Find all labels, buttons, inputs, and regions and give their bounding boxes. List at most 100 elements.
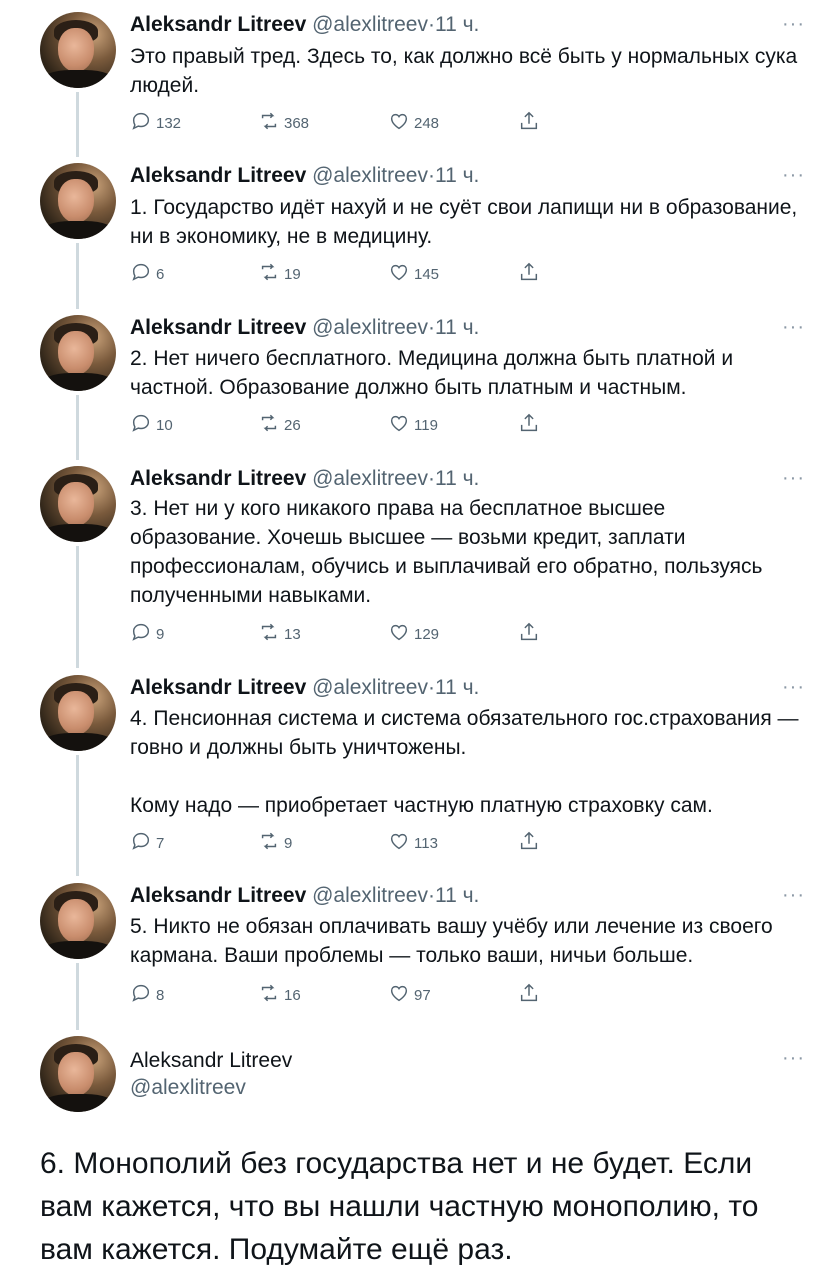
more-icon[interactable]: ··· [782, 885, 805, 905]
avatar[interactable] [40, 163, 116, 239]
reply-count: 132 [156, 114, 182, 132]
more-icon[interactable]: ··· [782, 14, 805, 34]
timestamp[interactable]: 11 ч. [435, 884, 479, 907]
like-button[interactable]: 119 [388, 412, 438, 438]
timestamp[interactable]: 11 ч. [435, 467, 479, 490]
avatar[interactable] [40, 675, 116, 751]
like-count: 97 [414, 986, 431, 1004]
like-button[interactable]: 113 [388, 830, 438, 856]
tweet-header: Aleksandr Litreev @alexlitreev·11 ч. [130, 163, 479, 189]
tweet-text-large: 6. Монополий без государства нет и не бу… [40, 1147, 759, 1266]
author-name[interactable]: Aleksandr Litreev [130, 316, 306, 339]
timestamp[interactable]: 11 ч. [435, 316, 479, 339]
author-name[interactable]: Aleksandr Litreev [130, 13, 306, 36]
timestamp[interactable]: 11 ч. [435, 676, 479, 699]
like-count: 145 [414, 265, 440, 283]
more-icon[interactable]: ··· [782, 468, 805, 488]
tweet-header: Aleksandr Litreev @alexlitreev·11 ч. [130, 466, 479, 492]
tweet-text: 5. Никто не обязан оплачивать вашу учёбу… [130, 912, 800, 970]
reply-button[interactable]: 132 [130, 110, 181, 136]
separator: · [427, 164, 435, 187]
separator: · [427, 676, 435, 699]
like-count: 129 [414, 625, 440, 643]
like-icon [388, 621, 410, 647]
like-icon [388, 261, 410, 287]
retweet-button[interactable]: 16 [258, 982, 301, 1008]
tweet-header: Aleksandr Litreev @alexlitreev·11 ч. [130, 883, 479, 909]
timestamp[interactable]: 11 ч. [435, 164, 479, 187]
author-name[interactable]: Aleksandr Litreev [130, 676, 306, 699]
share-button[interactable] [518, 982, 540, 1008]
more-icon[interactable]: ··· [782, 677, 805, 697]
author-handle[interactable]: @alexlitreev [312, 884, 428, 907]
thread-line [76, 755, 79, 876]
separator: · [427, 467, 435, 490]
author-handle[interactable]: @alexlitreev [312, 13, 428, 36]
retweet-button[interactable]: 9 [258, 830, 292, 856]
more-icon[interactable]: ··· [782, 317, 805, 337]
like-button[interactable]: 129 [388, 621, 439, 647]
tweet-paragraph: Кому надо — приобретает частную платную … [130, 794, 713, 817]
author-name[interactable]: Aleksandr Litreev [130, 467, 306, 490]
reply-button[interactable]: 9 [130, 621, 164, 647]
avatar[interactable] [40, 466, 116, 542]
author-handle[interactable]: @alexlitreev [312, 164, 428, 187]
like-icon [388, 830, 410, 856]
author-name[interactable]: Aleksandr Litreev [130, 1048, 292, 1074]
reply-button[interactable]: 10 [130, 412, 173, 438]
reply-icon [130, 621, 152, 647]
thread-line [76, 546, 79, 668]
retweet-icon [258, 621, 280, 647]
share-icon [518, 412, 540, 438]
retweet-button[interactable]: 26 [258, 412, 301, 438]
author-handle[interactable]: @alexlitreev [312, 467, 428, 490]
retweet-button[interactable]: 19 [258, 261, 301, 287]
reply-button[interactable]: 8 [130, 982, 164, 1008]
like-button[interactable]: 145 [388, 261, 439, 287]
tweet-paragraph: 4. Пенсионная система и система обязател… [130, 707, 799, 759]
author-handle[interactable]: @alexlitreev [130, 1076, 246, 1100]
like-icon [388, 982, 410, 1008]
like-icon [388, 412, 410, 438]
reply-count: 7 [156, 834, 165, 852]
tweet-text: Это правый тред. Здесь то, как должно вс… [130, 42, 800, 100]
tweet-text: 3. Нет ни у кого никакого права на беспл… [130, 494, 800, 610]
reply-button[interactable]: 7 [130, 830, 164, 856]
retweet-icon [258, 110, 280, 136]
reply-count: 8 [156, 986, 165, 1004]
like-count: 113 [414, 834, 438, 852]
share-icon [518, 830, 540, 856]
share-button[interactable] [518, 412, 540, 438]
author-name[interactable]: Aleksandr Litreev [130, 164, 306, 187]
tweet-header: Aleksandr Litreev @alexlitreev·11 ч. [130, 315, 479, 341]
author-handle[interactable]: @alexlitreev [312, 676, 428, 699]
like-button[interactable]: 248 [388, 110, 439, 136]
retweet-button[interactable]: 13 [258, 621, 301, 647]
tweet-paragraph: 1. Государство идёт нахуй и не суёт свои… [130, 196, 798, 248]
thread-line [76, 243, 79, 309]
thread-line [76, 963, 79, 1030]
share-button[interactable] [518, 830, 540, 856]
avatar[interactable] [40, 1036, 116, 1112]
author-handle[interactable]: @alexlitreev [312, 316, 428, 339]
author-name[interactable]: Aleksandr Litreev [130, 884, 306, 907]
like-button[interactable]: 97 [388, 982, 431, 1008]
avatar[interactable] [40, 12, 116, 88]
retweet-count: 368 [284, 114, 310, 132]
tweet-paragraph: 3. Нет ни у кого никакого права на беспл… [130, 497, 763, 607]
reply-button[interactable]: 6 [130, 261, 164, 287]
separator: · [427, 316, 435, 339]
avatar[interactable] [40, 315, 116, 391]
tweet-paragraph: Это правый тред. Здесь то, как должно вс… [130, 45, 798, 97]
timestamp[interactable]: 11 ч. [435, 13, 479, 36]
retweet-button[interactable]: 368 [258, 110, 309, 136]
share-button[interactable] [518, 261, 540, 287]
share-button[interactable] [518, 621, 540, 647]
more-icon[interactable]: ··· [782, 165, 805, 185]
reply-icon [130, 830, 152, 856]
retweet-count: 26 [284, 416, 301, 434]
avatar[interactable] [40, 883, 116, 959]
retweet-count: 13 [284, 625, 301, 643]
more-icon[interactable]: ··· [782, 1048, 805, 1068]
share-button[interactable] [518, 110, 540, 136]
